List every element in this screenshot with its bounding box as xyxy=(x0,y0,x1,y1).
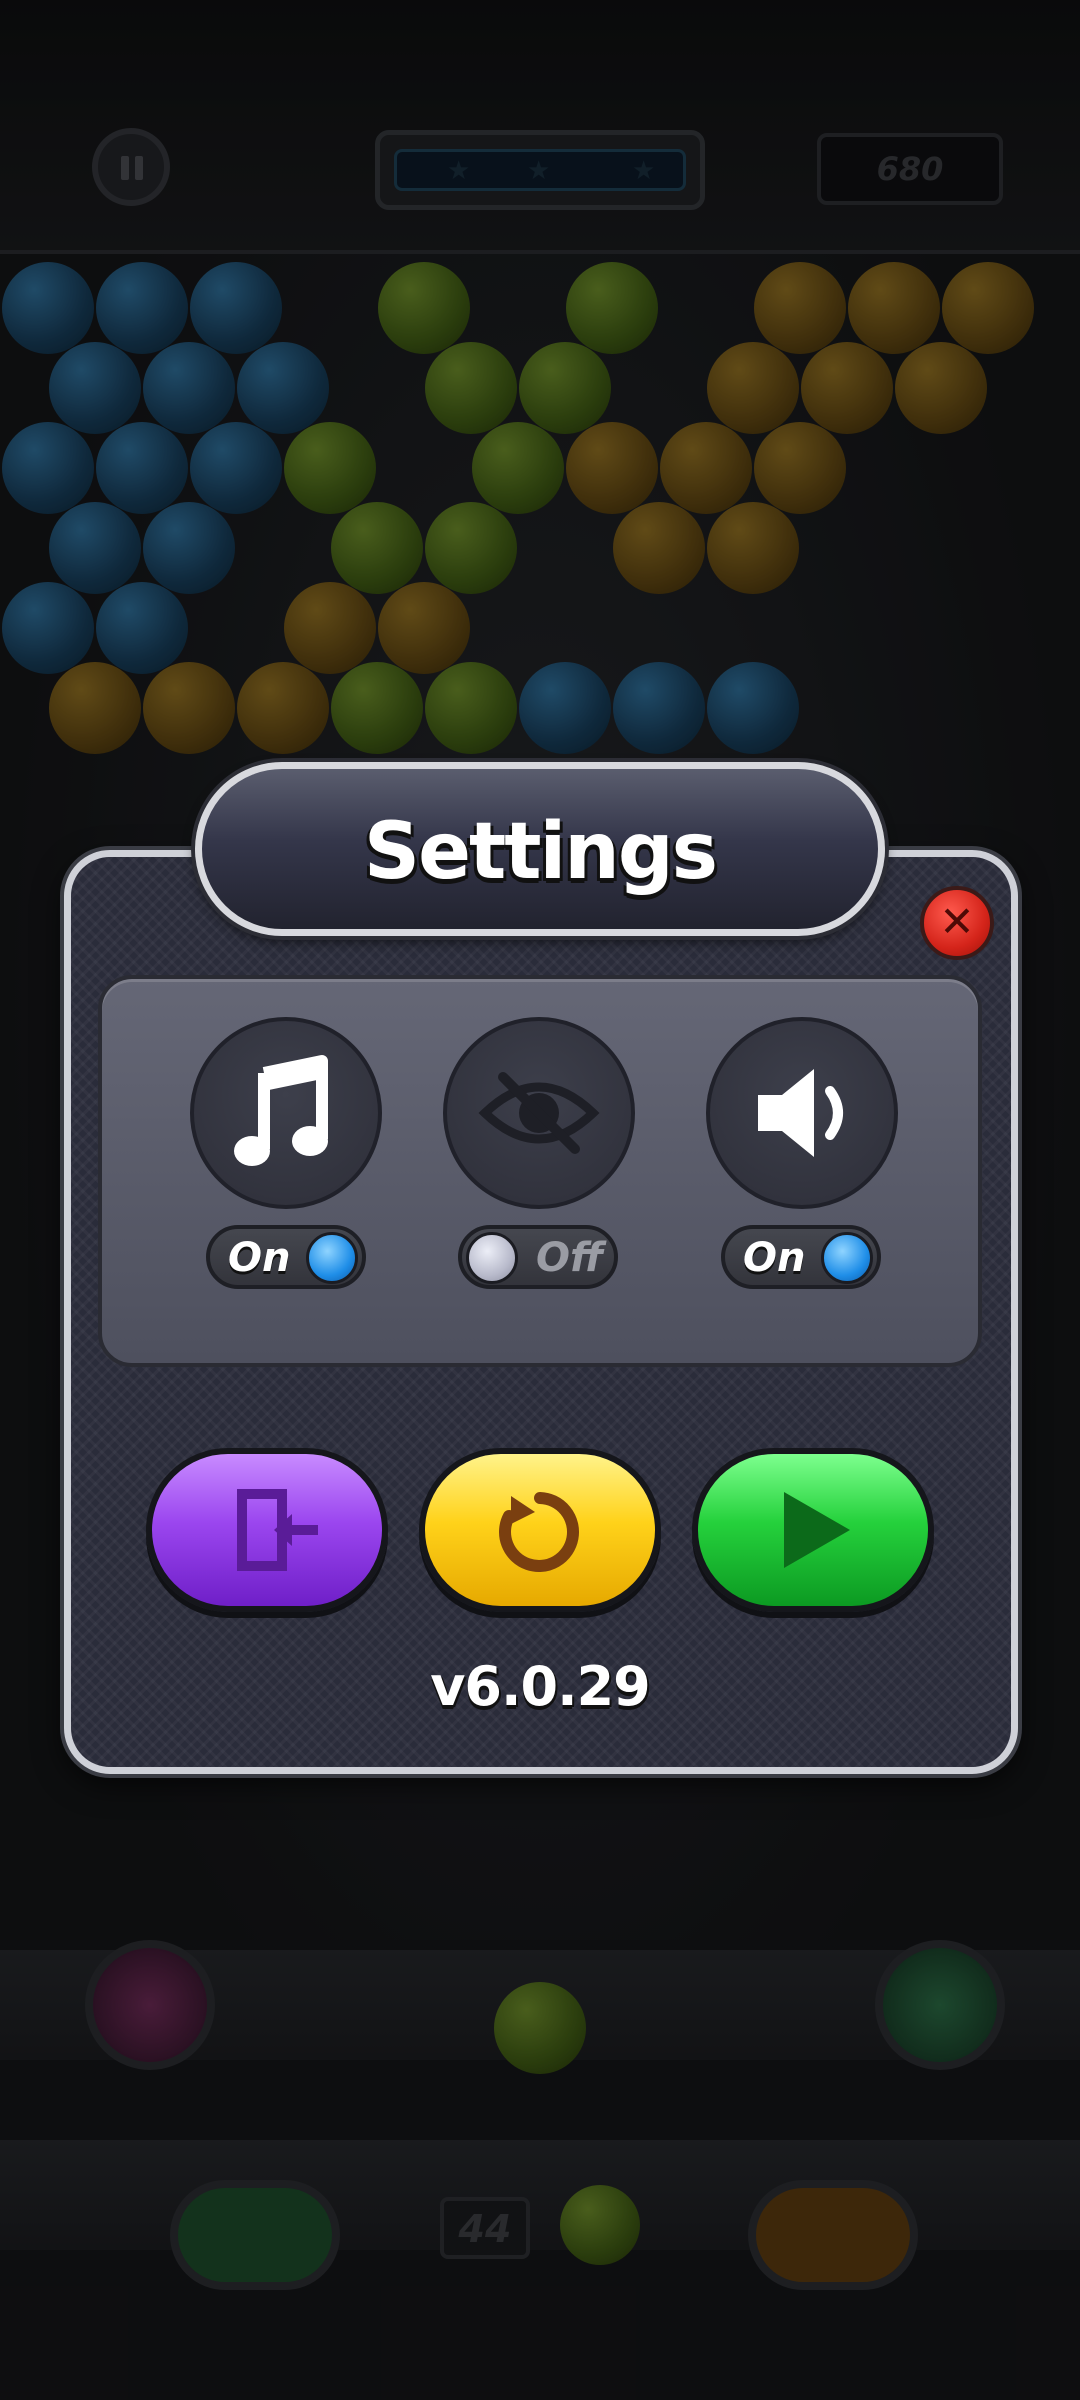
visibility-toggle[interactable]: Off xyxy=(458,1225,618,1289)
music-option-icon[interactable] xyxy=(190,1017,382,1209)
music-toggle-label: On xyxy=(228,1235,291,1281)
eye-slash-icon xyxy=(478,1072,600,1154)
speaker-icon xyxy=(758,1069,843,1157)
settings-title-plate: Settings xyxy=(195,762,885,936)
close-button[interactable]: ✕ xyxy=(920,886,994,960)
music-toggle[interactable]: On xyxy=(206,1225,366,1289)
visibility-toggle-label: Off xyxy=(536,1235,604,1281)
close-icon: ✕ xyxy=(939,897,975,946)
restart-icon xyxy=(499,1492,579,1572)
exit-icon xyxy=(237,1489,318,1571)
sound-option-icon[interactable] xyxy=(706,1017,898,1209)
sound-toggle[interactable]: On xyxy=(721,1225,881,1289)
play-button[interactable] xyxy=(692,1448,934,1612)
settings-title: Settings xyxy=(363,807,718,897)
toggle-knob xyxy=(466,1232,518,1284)
restart-button[interactable] xyxy=(419,1448,661,1612)
visibility-option-icon[interactable] xyxy=(443,1017,635,1209)
version-label: v6.0.29 xyxy=(430,1655,651,1718)
music-note-icon xyxy=(234,1055,328,1166)
toggle-knob xyxy=(821,1232,873,1284)
play-icon xyxy=(784,1492,850,1568)
toggle-knob xyxy=(306,1232,358,1284)
exit-button[interactable] xyxy=(146,1448,388,1612)
sound-toggle-label: On xyxy=(743,1235,806,1281)
